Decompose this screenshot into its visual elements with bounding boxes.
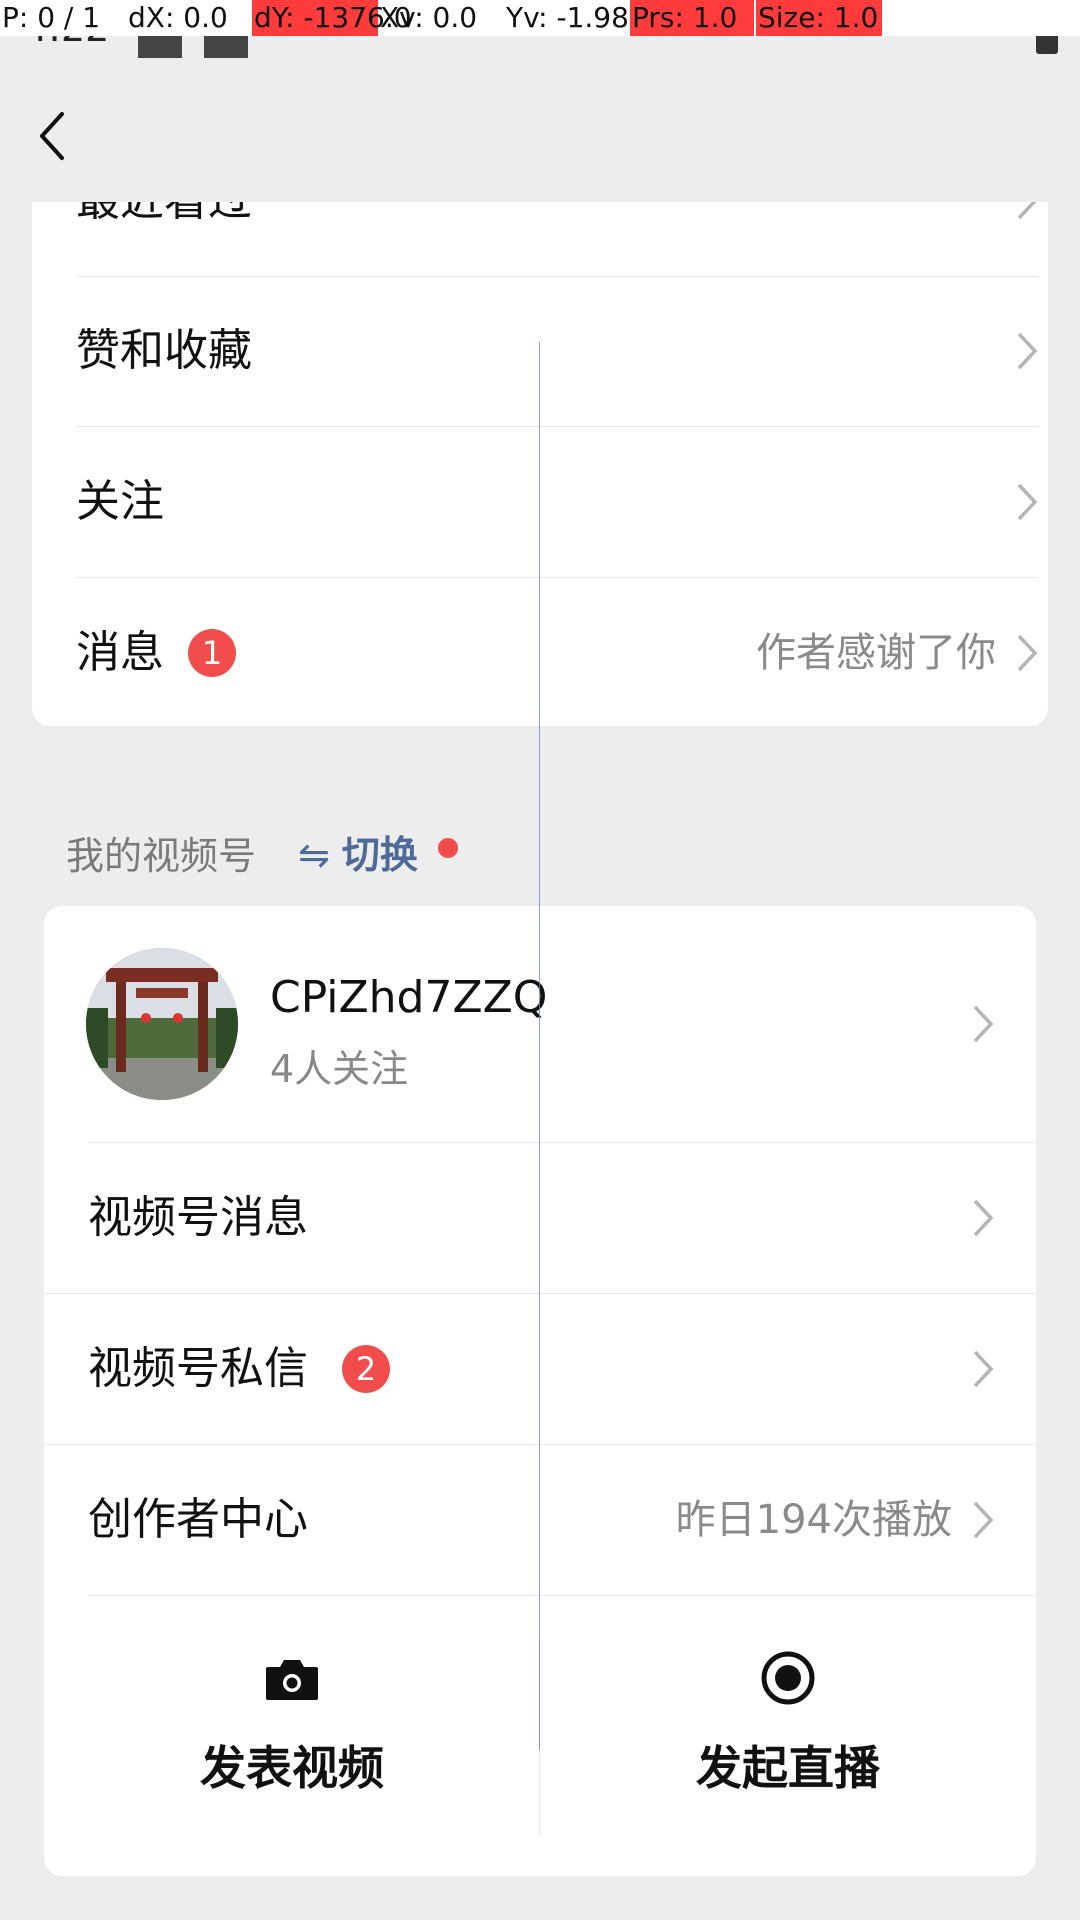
chevron-right-icon [1017, 634, 1038, 672]
plays-summary: 昨日194次播放 [675, 1497, 952, 1543]
debug-prs: Prs: 1.0 [630, 0, 754, 36]
camera-icon [266, 1660, 318, 1700]
menu-item-label: 消息 [76, 627, 164, 678]
chevron-right-icon [1017, 483, 1038, 521]
menu-item-label: 创作者中心 [88, 1494, 308, 1545]
channel-name: CPiZhd7ZZQ [270, 972, 548, 1023]
new-dot [438, 838, 458, 858]
debug-p: P: 0 / 1 [2, 1, 101, 34]
channel-card: CPiZhd7ZZQ 4人关注 视频号消息 视频号私信 2 创作者中心 昨日19… [44, 906, 1036, 1876]
menu-item-label: 视频号私信 [88, 1343, 308, 1394]
pointer-trace-line [539, 342, 540, 1750]
menu-item-label: 视频号消息 [88, 1192, 308, 1243]
menu-item-label: 关注 [76, 476, 164, 527]
chevron-right-icon [973, 1199, 994, 1237]
action-label: 发表视频 [200, 1741, 384, 1795]
section-title: 我的视频号 [66, 834, 257, 878]
chevron-right-icon [1017, 332, 1038, 370]
live-icon [761, 1651, 815, 1705]
menu-item-likes[interactable]: 赞和收藏 [76, 276, 1038, 427]
action-bar: 发表视频 发起直播 [44, 1596, 1036, 1876]
channel-profile[interactable]: CPiZhd7ZZQ 4人关注 [44, 906, 1036, 1142]
chevron-right-icon [973, 1501, 994, 1539]
switch-account-button[interactable]: ⇋ 切换 [298, 824, 418, 879]
avatar [86, 948, 238, 1100]
debug-dx: dX: 0.0 [128, 1, 228, 34]
debug-size: Size: 1.0 [756, 0, 882, 36]
switch-label: 切换 [341, 833, 418, 877]
channel-dm-item[interactable]: 视频号私信 2 [88, 1294, 1036, 1444]
menu-item-following[interactable]: 关注 [76, 427, 1038, 578]
debug-xv: Xv: 0.0 [380, 1, 478, 34]
back-button[interactable] [32, 108, 72, 164]
chevron-right-icon [973, 1350, 994, 1388]
debug-dy: dY: -1376.0 [252, 0, 412, 36]
avatar-image [86, 948, 238, 1100]
follower-count: 4人关注 [270, 1047, 409, 1091]
message-preview: 作者感谢了你 [756, 630, 996, 676]
action-label: 发起直播 [696, 1741, 880, 1795]
chevron-right-icon [1017, 202, 1037, 220]
menu-item-label: 赞和收藏 [76, 325, 252, 376]
creator-center-item[interactable]: 创作者中心 昨日194次播放 [88, 1445, 1036, 1595]
chevron-left-icon [40, 112, 64, 160]
post-video-button[interactable]: 发表视频 [44, 1596, 540, 1876]
menu-item-messages[interactable]: 消息 1 作者感谢了你 [76, 578, 1038, 726]
unread-badge: 2 [342, 1345, 390, 1393]
settings-card: 最近看过 赞和收藏 关注 消息 1 作者感谢了你 [32, 202, 1048, 726]
chevron-right-icon [973, 1005, 994, 1043]
pointer-location-overlay: P: 0 / 1 dX: 0.0 dY: -1376.0 Xv: 0.0 Yv:… [0, 0, 1080, 36]
swap-icon: ⇋ [298, 833, 330, 877]
menu-item-label: 最近看过 [76, 202, 252, 276]
menu-item-recent[interactable]: 最近看过 [76, 202, 1038, 277]
unread-badge: 1 [188, 629, 236, 677]
channel-messages-item[interactable]: 视频号消息 [88, 1143, 1036, 1293]
start-live-button[interactable]: 发起直播 [540, 1596, 1036, 1876]
debug-yv: Yv: -1.987 [506, 1, 647, 34]
